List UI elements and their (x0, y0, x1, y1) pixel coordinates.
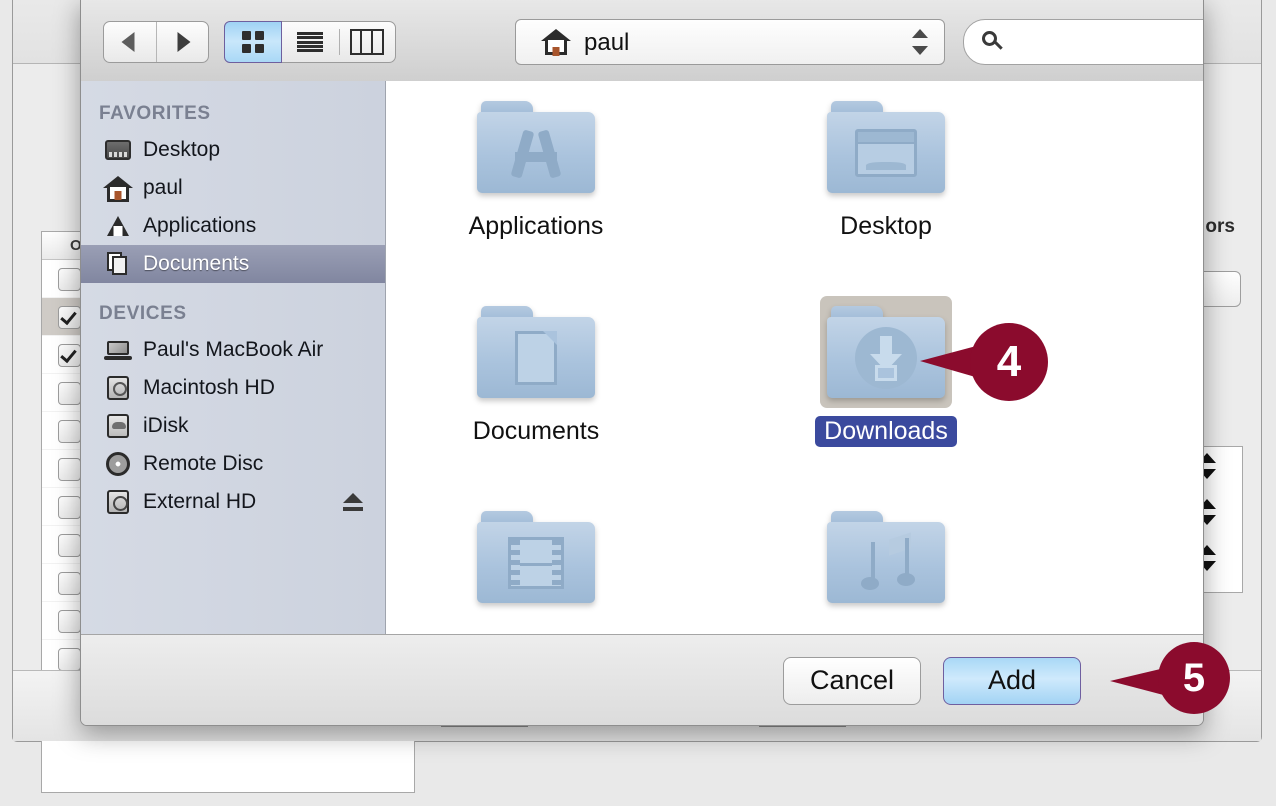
forward-button[interactable] (155, 22, 209, 62)
externalhd-icon (103, 489, 133, 515)
service-checkbox[interactable] (58, 496, 81, 519)
sidebar-item-external-hd[interactable]: External HD (81, 483, 385, 521)
sidebar-item-desktop[interactable]: Desktop (81, 131, 385, 169)
sidebar-item-label: Applications (143, 214, 257, 237)
sidebar-item-label: Desktop (143, 138, 221, 161)
dialog-footer: Cancel Add (81, 634, 1203, 725)
folder-music-icon (827, 511, 945, 603)
sidebar-section-devices: DEVICES (99, 303, 187, 324)
chevron-updown-icon (912, 29, 928, 55)
service-checkbox[interactable] (58, 382, 81, 405)
sidebar-item-label: paul (143, 176, 183, 199)
file-item-applications[interactable]: Applications (426, 91, 646, 242)
cancel-button[interactable]: Cancel (783, 657, 921, 705)
eject-icon[interactable] (343, 492, 363, 512)
harddisk-icon (103, 375, 133, 401)
folder-thumbnail (470, 501, 602, 613)
sidebar-item-macbook-air[interactable]: Paul's MacBook Air (81, 331, 385, 369)
service-checkbox[interactable] (58, 572, 81, 595)
search-icon (982, 31, 1004, 53)
service-checkbox[interactable] (58, 344, 81, 367)
callout-4: 4 (970, 323, 1048, 401)
triangle-right-icon (177, 32, 191, 52)
sidebar-item-label: Documents (143, 252, 250, 275)
path-popup-value: paul (584, 29, 630, 56)
sidebar-section-favorites: FAVORITES (99, 103, 211, 124)
desktop-icon (103, 137, 133, 163)
disc-icon (103, 451, 133, 477)
sidebar-item-applications[interactable]: Applications (81, 207, 385, 245)
file-grid: Applications Desktop Documents Downloads (386, 81, 1203, 634)
file-item-desktop[interactable]: Desktop (776, 91, 996, 242)
file-item-label: Applications (468, 212, 604, 240)
callout-5: 5 (1158, 642, 1230, 714)
divider (338, 29, 340, 55)
folder-thumbnail (470, 296, 602, 408)
service-checkbox[interactable] (58, 268, 81, 291)
sidebar-item-documents[interactable]: Documents (81, 245, 385, 283)
back-button[interactable] (104, 22, 156, 62)
service-checkbox[interactable] (58, 458, 81, 481)
file-item-label (877, 624, 895, 626)
grid-view-icon (242, 31, 265, 53)
sidebar-item-label: iDisk (143, 414, 189, 437)
file-item-documents[interactable]: Documents (426, 296, 646, 447)
search-field[interactable] (963, 19, 1203, 66)
list-view-icon (297, 32, 324, 52)
column-view-icon (349, 29, 384, 55)
file-item-label: Desktop (840, 212, 932, 240)
folder-thumbnail (820, 91, 952, 203)
service-checkbox[interactable] (58, 306, 81, 329)
file-item-label: Downloads (815, 416, 957, 447)
sidebar-item-label: Paul's MacBook Air (143, 338, 324, 361)
navigation-buttons (103, 21, 209, 63)
folder-movies-icon (477, 511, 595, 603)
sidebar-item-label: External HD (143, 490, 257, 513)
sidebar-item-remote-disc[interactable]: Remote Disc (81, 445, 385, 483)
folder-thumbnail (820, 296, 952, 408)
triangle-left-icon (121, 32, 135, 52)
tab-column-view[interactable] (338, 22, 395, 62)
service-checkbox[interactable] (58, 648, 81, 671)
sidebar-item-idisk[interactable]: iDisk (81, 407, 385, 445)
background-right-label: ors (1205, 216, 1235, 237)
home-icon (103, 175, 133, 202)
home-icon (540, 29, 572, 56)
sidebar: FAVORITES Desktop paul Applications Docu… (81, 81, 386, 634)
path-popup-button[interactable]: paul (515, 19, 945, 65)
service-checkbox[interactable] (58, 420, 81, 443)
applications-icon (103, 213, 133, 239)
dialog-toolbar: paul (81, 0, 1203, 82)
sidebar-item-label: Remote Disc (143, 452, 264, 475)
sidebar-item-paul[interactable]: paul (81, 169, 385, 207)
file-item-label: Documents (472, 417, 600, 445)
folder-thumbnail (470, 91, 602, 203)
file-item-downloads[interactable]: Downloads (776, 296, 996, 447)
folder-thumbnail (820, 501, 952, 613)
view-mode-buttons (224, 21, 396, 63)
folder-documents-icon (477, 306, 595, 398)
search-input[interactable] (1012, 20, 1203, 66)
documents-icon (103, 251, 133, 277)
folder-applications-icon (477, 101, 595, 193)
folder-downloads-icon (827, 306, 945, 398)
tab-list-view[interactable] (282, 22, 338, 62)
add-button[interactable]: Add (943, 657, 1081, 705)
laptop-icon (103, 337, 133, 363)
file-item-movies[interactable] (426, 501, 646, 631)
file-item-music[interactable] (776, 501, 996, 631)
file-item-label (527, 624, 545, 626)
sidebar-item-macintosh-hd[interactable]: Macintosh HD (81, 369, 385, 407)
sidebar-item-label: Macintosh HD (143, 376, 275, 399)
service-checkbox[interactable] (58, 610, 81, 633)
folder-desktop-icon (827, 101, 945, 193)
tab-icon-view[interactable] (224, 21, 283, 63)
idisk-icon (103, 413, 133, 439)
service-checkbox[interactable] (58, 534, 81, 557)
